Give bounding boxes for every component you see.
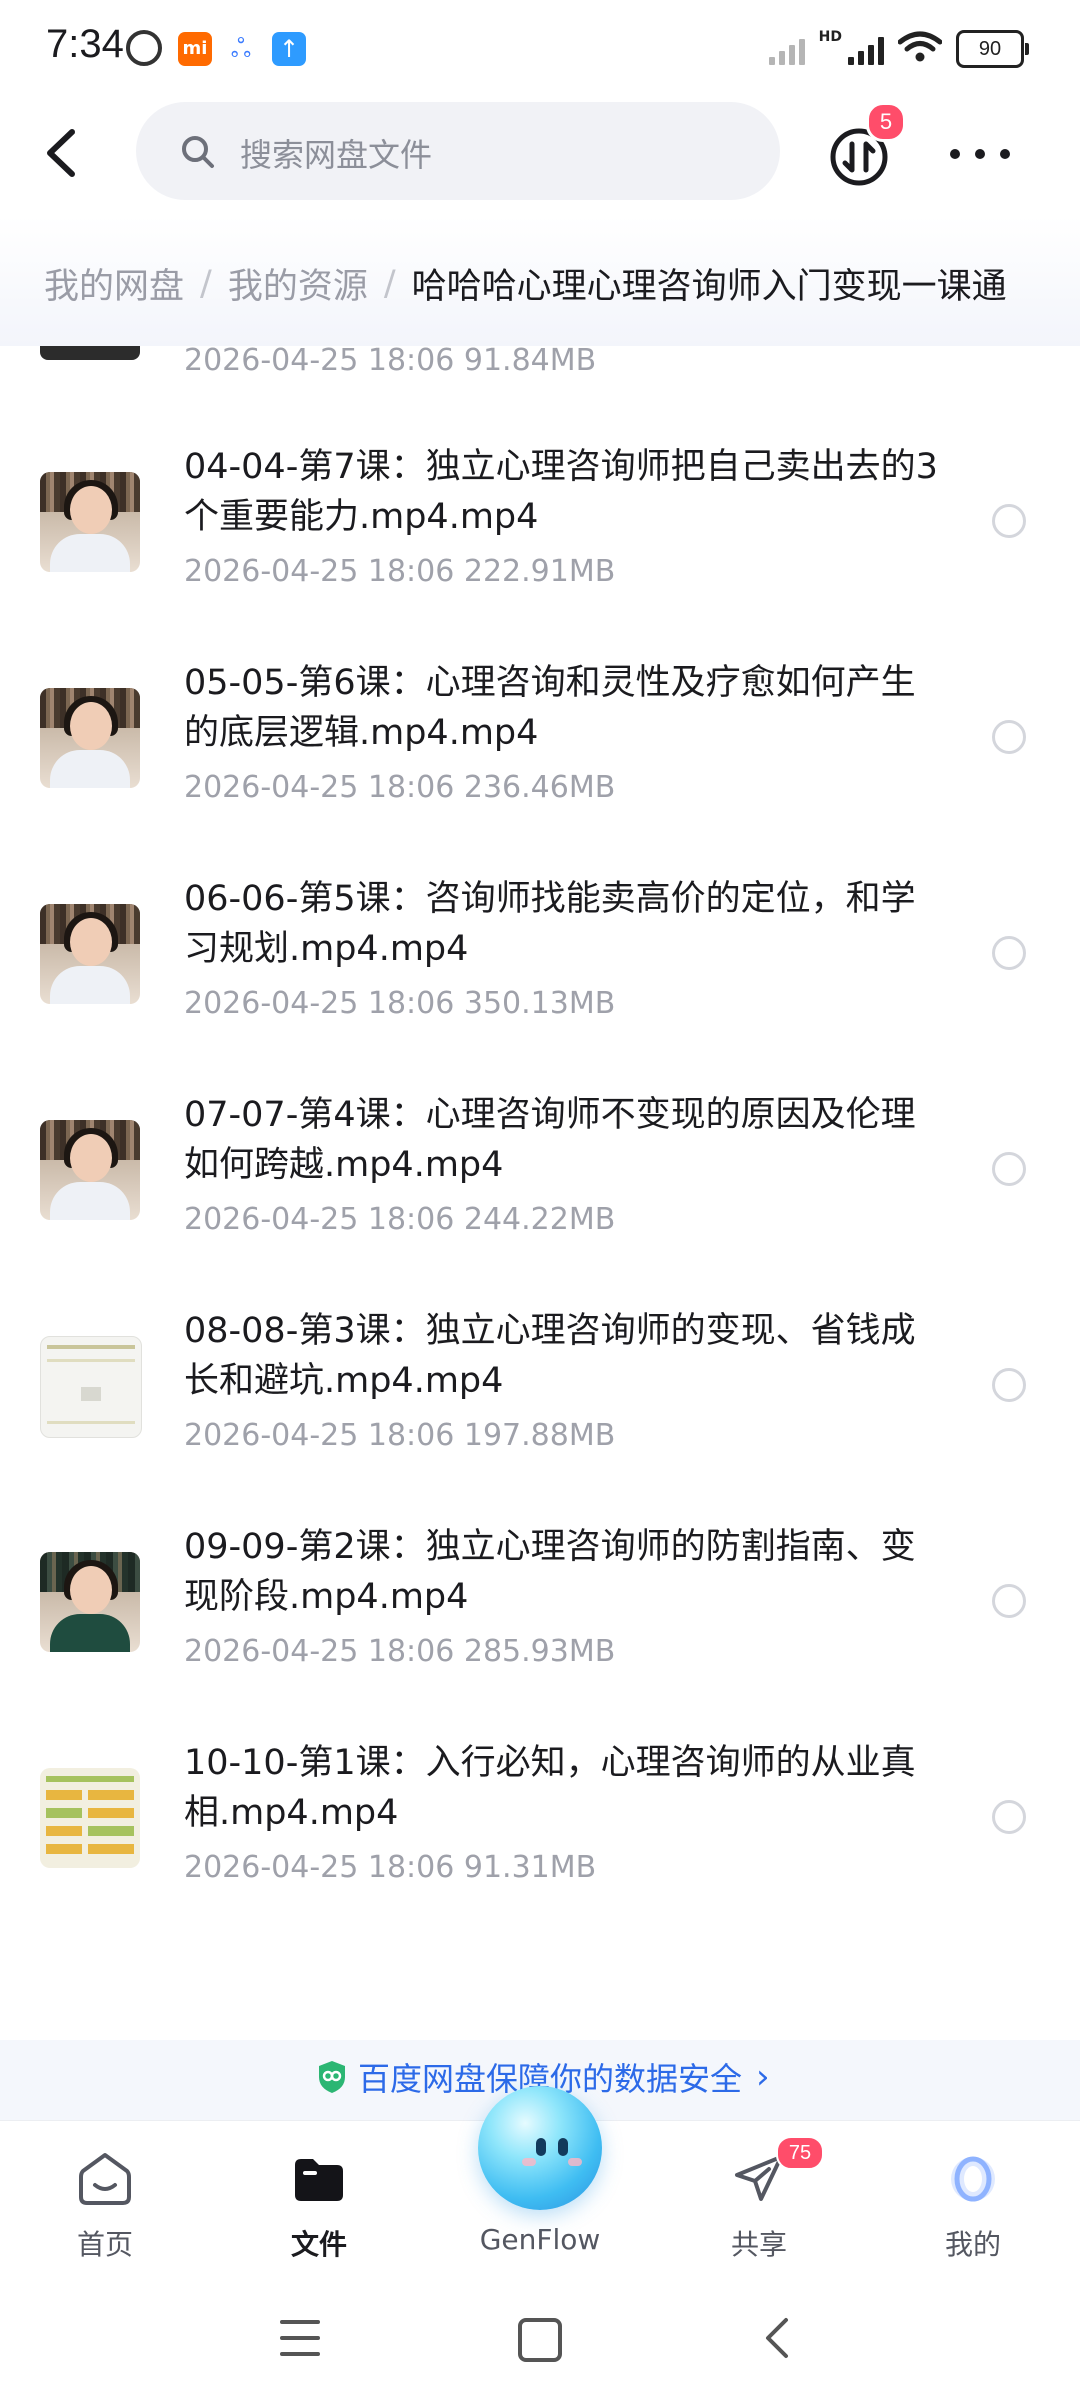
chevron-right-icon: › bbox=[756, 2057, 770, 2097]
video-thumbnail bbox=[40, 1552, 140, 1652]
recent-apps-button[interactable] bbox=[280, 2320, 320, 2356]
select-checkbox[interactable] bbox=[992, 1368, 1026, 1402]
list-item[interactable]: 05-05-第6课：心理咨询和灵性及疗愈如何产生的底层逻辑.mp4.mp4 20… bbox=[0, 658, 1080, 874]
share-badge: 75 bbox=[776, 2136, 824, 2170]
breadcrumb: 我的网盘 / 我的资源 / 哈哈哈心理心理咨询师入门变现一课通 bbox=[44, 258, 1007, 309]
top-bar: 搜索网盘文件 5 bbox=[0, 96, 1080, 216]
breadcrumb-current: 哈哈哈心理心理咨询师入门变现一课通 bbox=[411, 267, 1007, 307]
genflow-orb-icon[interactable] bbox=[478, 2086, 602, 2210]
network-label: HD bbox=[818, 29, 842, 45]
slide-thumbnail bbox=[40, 1768, 140, 1868]
signal-icon bbox=[768, 33, 805, 65]
file-name: 09-09-第2课：独立心理咨询师的防割指南、变现阶段.mp4.mp4 bbox=[184, 1527, 916, 1617]
tab-home[interactable]: 首页 bbox=[30, 2121, 180, 2281]
baidu-netdisk-icon: ஃ bbox=[230, 34, 252, 64]
tab-label: 共享 bbox=[730, 2228, 787, 2261]
wifi-icon bbox=[897, 31, 943, 67]
tab-me[interactable]: 我的 bbox=[898, 2121, 1048, 2281]
battery-icon: 90 bbox=[956, 30, 1029, 68]
select-checkbox[interactable] bbox=[992, 504, 1026, 538]
file-meta: 2026-04-25 18:06 350.13MB bbox=[184, 986, 616, 1021]
search-input[interactable]: 搜索网盘文件 bbox=[136, 102, 780, 200]
more-dot bbox=[1000, 149, 1010, 159]
file-meta: 2026-04-25 18:06 91.84MB bbox=[184, 346, 597, 378]
status-time: 7:34 bbox=[46, 22, 124, 66]
status-right-group: HD 90 bbox=[768, 29, 1029, 68]
shield-icon bbox=[319, 2061, 345, 2093]
file-name: 07-07-第4课：心理咨询师不变现的原因及伦理如何跨越.mp4.mp4 bbox=[184, 1095, 916, 1185]
file-meta: 2026-04-25 18:06 285.93MB bbox=[184, 1634, 616, 1669]
mi-app-icon: mi bbox=[178, 32, 212, 66]
status-bar: 7:34 mi ஃ ↑ HD 90 bbox=[0, 0, 1080, 96]
file-name: 08-08-第3课：独立心理咨询师的变现、省钱成长和避坑.mp4.mp4 bbox=[184, 1311, 916, 1401]
file-meta: 2026-04-25 18:06 91.31MB bbox=[184, 1850, 597, 1885]
select-checkbox[interactable] bbox=[992, 720, 1026, 754]
slide-thumbnail bbox=[40, 1336, 142, 1438]
orb-cheek bbox=[522, 2158, 536, 2166]
select-checkbox[interactable] bbox=[992, 1800, 1026, 1834]
select-checkbox[interactable] bbox=[992, 1152, 1026, 1186]
file-meta: 2026-04-25 18:06 197.88MB bbox=[184, 1418, 616, 1453]
orb-eye bbox=[536, 2138, 546, 2156]
home-button[interactable] bbox=[518, 2318, 562, 2362]
breadcrumb-bar: 我的网盘 / 我的资源 / 哈哈哈心理心理咨询师入门变现一课通 bbox=[0, 216, 1080, 346]
profile-ring-icon bbox=[951, 2156, 995, 2202]
list-item[interactable]: 09-09-第2课：独立心理咨询师的防割指南、变现阶段.mp4.mp4 2026… bbox=[0, 1522, 1080, 1738]
file-meta: 2026-04-25 18:06 236.46MB bbox=[184, 770, 616, 805]
orb-eye bbox=[558, 2138, 568, 2156]
chevron-left-icon bbox=[47, 129, 75, 177]
file-thumbnail bbox=[40, 346, 140, 360]
breadcrumb-separator: / bbox=[200, 263, 212, 304]
video-thumbnail bbox=[40, 688, 140, 788]
list-item-partial[interactable]: 2026-04-25 18:06 91.84MB bbox=[0, 346, 1080, 396]
breadcrumb-item-my-resources[interactable]: 我的资源 bbox=[228, 258, 368, 309]
search-placeholder: 搜索网盘文件 bbox=[240, 136, 433, 174]
alarm-icon bbox=[126, 30, 162, 66]
breadcrumb-separator: / bbox=[383, 263, 396, 304]
select-checkbox[interactable] bbox=[992, 936, 1026, 970]
tab-files[interactable]: 文件 bbox=[244, 2121, 394, 2281]
file-list: 2026-04-25 18:06 91.84MB 04-04-第7课：独立心理咨… bbox=[0, 346, 1080, 2046]
back-button[interactable] bbox=[34, 118, 94, 188]
home-icon bbox=[79, 2153, 131, 2205]
select-checkbox[interactable] bbox=[992, 1584, 1026, 1618]
file-name: 06-06-第5课：咨询师找能卖高价的定位，和学习规划.mp4.mp4 bbox=[184, 879, 916, 969]
tab-label: GenFlow bbox=[479, 2223, 601, 2256]
transfer-badge: 5 bbox=[866, 102, 906, 142]
file-meta: 2026-04-25 18:06 244.22MB bbox=[184, 1202, 616, 1237]
folder-icon bbox=[295, 2159, 343, 2201]
file-name: 05-05-第6课：心理咨询和灵性及疗愈如何产生的底层逻辑.mp4.mp4 bbox=[184, 663, 916, 753]
file-meta: 2026-04-25 18:06 222.91MB bbox=[184, 554, 616, 589]
list-item[interactable]: 10-10-第1课：入行必知，心理咨询师的从业真相.mp4.mp4 2026-0… bbox=[0, 1738, 1080, 1954]
more-button[interactable] bbox=[950, 144, 1010, 164]
upload-icon: ↑ bbox=[272, 32, 306, 66]
signal-icon bbox=[848, 33, 884, 65]
breadcrumb-item-my-netdisk[interactable]: 我的网盘 bbox=[44, 258, 184, 309]
system-back-button[interactable] bbox=[756, 2314, 796, 2362]
list-item[interactable]: 08-08-第3课：独立心理咨询师的变现、省钱成长和避坑.mp4.mp4 202… bbox=[0, 1306, 1080, 1522]
list-item[interactable]: 07-07-第4课：心理咨询师不变现的原因及伦理如何跨越.mp4.mp4 202… bbox=[0, 1090, 1080, 1306]
list-item[interactable]: 04-04-第7课：独立心理咨询师把自己卖出去的3个重要能力.mp4.mp4 2… bbox=[0, 442, 1080, 658]
list-item[interactable]: 06-06-第5课：咨询师找能卖高价的定位，和学习规划.mp4.mp4 2026… bbox=[0, 874, 1080, 1090]
orb-cheek bbox=[568, 2158, 582, 2166]
more-dot bbox=[950, 149, 960, 159]
tab-label: 我的 bbox=[944, 2228, 1001, 2261]
file-name: 04-04-第7课：独立心理咨询师把自己卖出去的3个重要能力.mp4.mp4 bbox=[184, 447, 938, 537]
video-thumbnail bbox=[40, 904, 140, 1004]
search-icon bbox=[182, 136, 214, 168]
video-thumbnail bbox=[40, 1120, 140, 1220]
tab-label: 文件 bbox=[290, 2228, 347, 2261]
video-thumbnail bbox=[40, 472, 140, 572]
file-name: 10-10-第1课：入行必知，心理咨询师的从业真相.mp4.mp4 bbox=[184, 1743, 916, 1833]
system-nav-bar bbox=[0, 2280, 1080, 2400]
more-dot bbox=[975, 149, 985, 159]
tab-label: 首页 bbox=[76, 2228, 133, 2261]
